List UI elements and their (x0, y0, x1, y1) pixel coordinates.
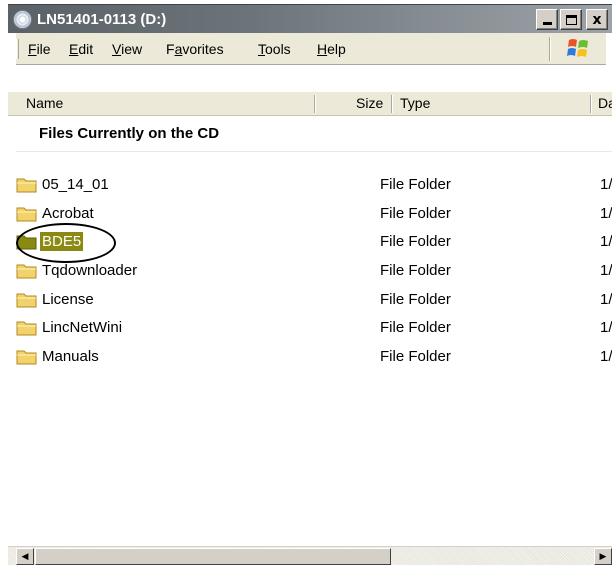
title-bar[interactable]: LN51401-0113 (D:) x (8, 4, 612, 33)
column-separator[interactable] (314, 95, 316, 113)
file-type: File Folder (380, 319, 451, 336)
list-item[interactable]: Manuals File Folder 1/ (8, 344, 612, 370)
file-type: File Folder (380, 205, 451, 222)
maximize-button[interactable] (560, 9, 582, 30)
column-header-type[interactable]: Type (400, 92, 430, 115)
folder-icon (16, 350, 37, 365)
file-type: File Folder (380, 262, 451, 279)
file-type: File Folder (380, 291, 451, 308)
menu-view[interactable]: View (112, 41, 142, 57)
list-item[interactable]: LincNetWini File Folder 1/ (8, 315, 612, 341)
file-type: File Folder (380, 176, 451, 193)
file-date: 1/ (600, 262, 612, 279)
callout-ellipse (16, 223, 116, 263)
menu-help[interactable]: Help (317, 41, 346, 57)
scroll-right-button[interactable]: ▶ (594, 548, 612, 565)
menu-edit-label: dit (78, 41, 94, 57)
file-date: 1/ (600, 291, 612, 308)
maximize-icon (565, 14, 577, 25)
file-type: File Folder (380, 233, 451, 250)
arrow-left-icon: ◀ (21, 551, 29, 562)
minimize-icon (542, 22, 552, 25)
menu-view-accel: V (112, 41, 122, 57)
menu-favorites-pre: F (166, 41, 175, 57)
file-name: Tqdownloader (42, 262, 138, 279)
file-date: 1/ (600, 205, 612, 222)
column-separator[interactable] (590, 95, 592, 113)
toolbar-grip[interactable] (16, 39, 19, 59)
menu-favorites[interactable]: Favorites (166, 41, 224, 57)
column-header-name[interactable]: Name (26, 92, 63, 115)
menu-tools[interactable]: Tools (258, 41, 291, 57)
file-date: 1/ (600, 176, 612, 193)
group-heading: Files Currently on the CD (39, 125, 220, 142)
column-header-date[interactable]: Da (598, 92, 612, 115)
menu-view-label: iew (121, 41, 143, 57)
list-item[interactable]: License File Folder 1/ (8, 287, 612, 313)
menu-edit-accel: E (69, 41, 79, 57)
menu-edit[interactable]: Edit (69, 41, 93, 57)
list-item[interactable]: Tqdownloader File Folder 1/ (8, 258, 612, 284)
menu-favorites-label: vorites (182, 41, 224, 57)
group-divider (16, 151, 612, 152)
logo-separator (549, 37, 551, 61)
column-header-bar: Name Size Type Da (8, 92, 612, 116)
list-item[interactable]: 05_14_01 File Folder 1/ (8, 172, 612, 198)
column-header-size[interactable]: Size (356, 92, 383, 115)
list-item[interactable]: Acrobat File Folder 1/ (8, 201, 612, 227)
horizontal-scrollbar[interactable]: ◀ ▶ (8, 546, 612, 565)
file-name: License (42, 291, 94, 308)
menu-bar: File Edit View Favorites Tools Help (8, 33, 612, 65)
scroll-left-button[interactable]: ◀ (16, 548, 34, 565)
minimize-button[interactable] (536, 9, 558, 30)
folder-icon (16, 264, 37, 279)
menu-file[interactable]: File (28, 41, 51, 57)
folder-icon (16, 178, 37, 193)
window-title: LN51401-0113 (D:) (37, 11, 167, 28)
file-date: 1/ (600, 348, 612, 365)
menu-tools-accel: T (258, 41, 265, 57)
folder-icon (16, 321, 37, 336)
menubar-edge (606, 33, 612, 65)
folder-icon (16, 207, 37, 222)
close-button[interactable]: x (586, 9, 608, 30)
arrow-right-icon: ▶ (599, 551, 607, 562)
file-name: Acrobat (42, 205, 94, 222)
menu-help-accel: H (317, 41, 328, 57)
file-name: 05_14_01 (42, 176, 109, 193)
file-date: 1/ (600, 233, 612, 250)
file-name: Manuals (42, 348, 99, 365)
file-type: File Folder (380, 348, 451, 365)
close-icon: x (592, 11, 602, 28)
cd-drive-icon (13, 10, 32, 29)
menu-file-accel: F (28, 41, 37, 57)
windows-flag-icon (567, 39, 588, 57)
scrollbar-thumb[interactable] (35, 548, 391, 565)
menu-tools-label: ools (265, 41, 291, 57)
menu-file-label: ile (36, 41, 51, 57)
folder-icon (16, 293, 37, 308)
file-date: 1/ (600, 319, 612, 336)
explorer-window: LN51401-0113 (D:) x File Edit View Favor… (8, 4, 612, 565)
column-separator[interactable] (391, 95, 393, 113)
menu-help-label: elp (327, 41, 346, 57)
file-name: LincNetWini (42, 319, 123, 336)
